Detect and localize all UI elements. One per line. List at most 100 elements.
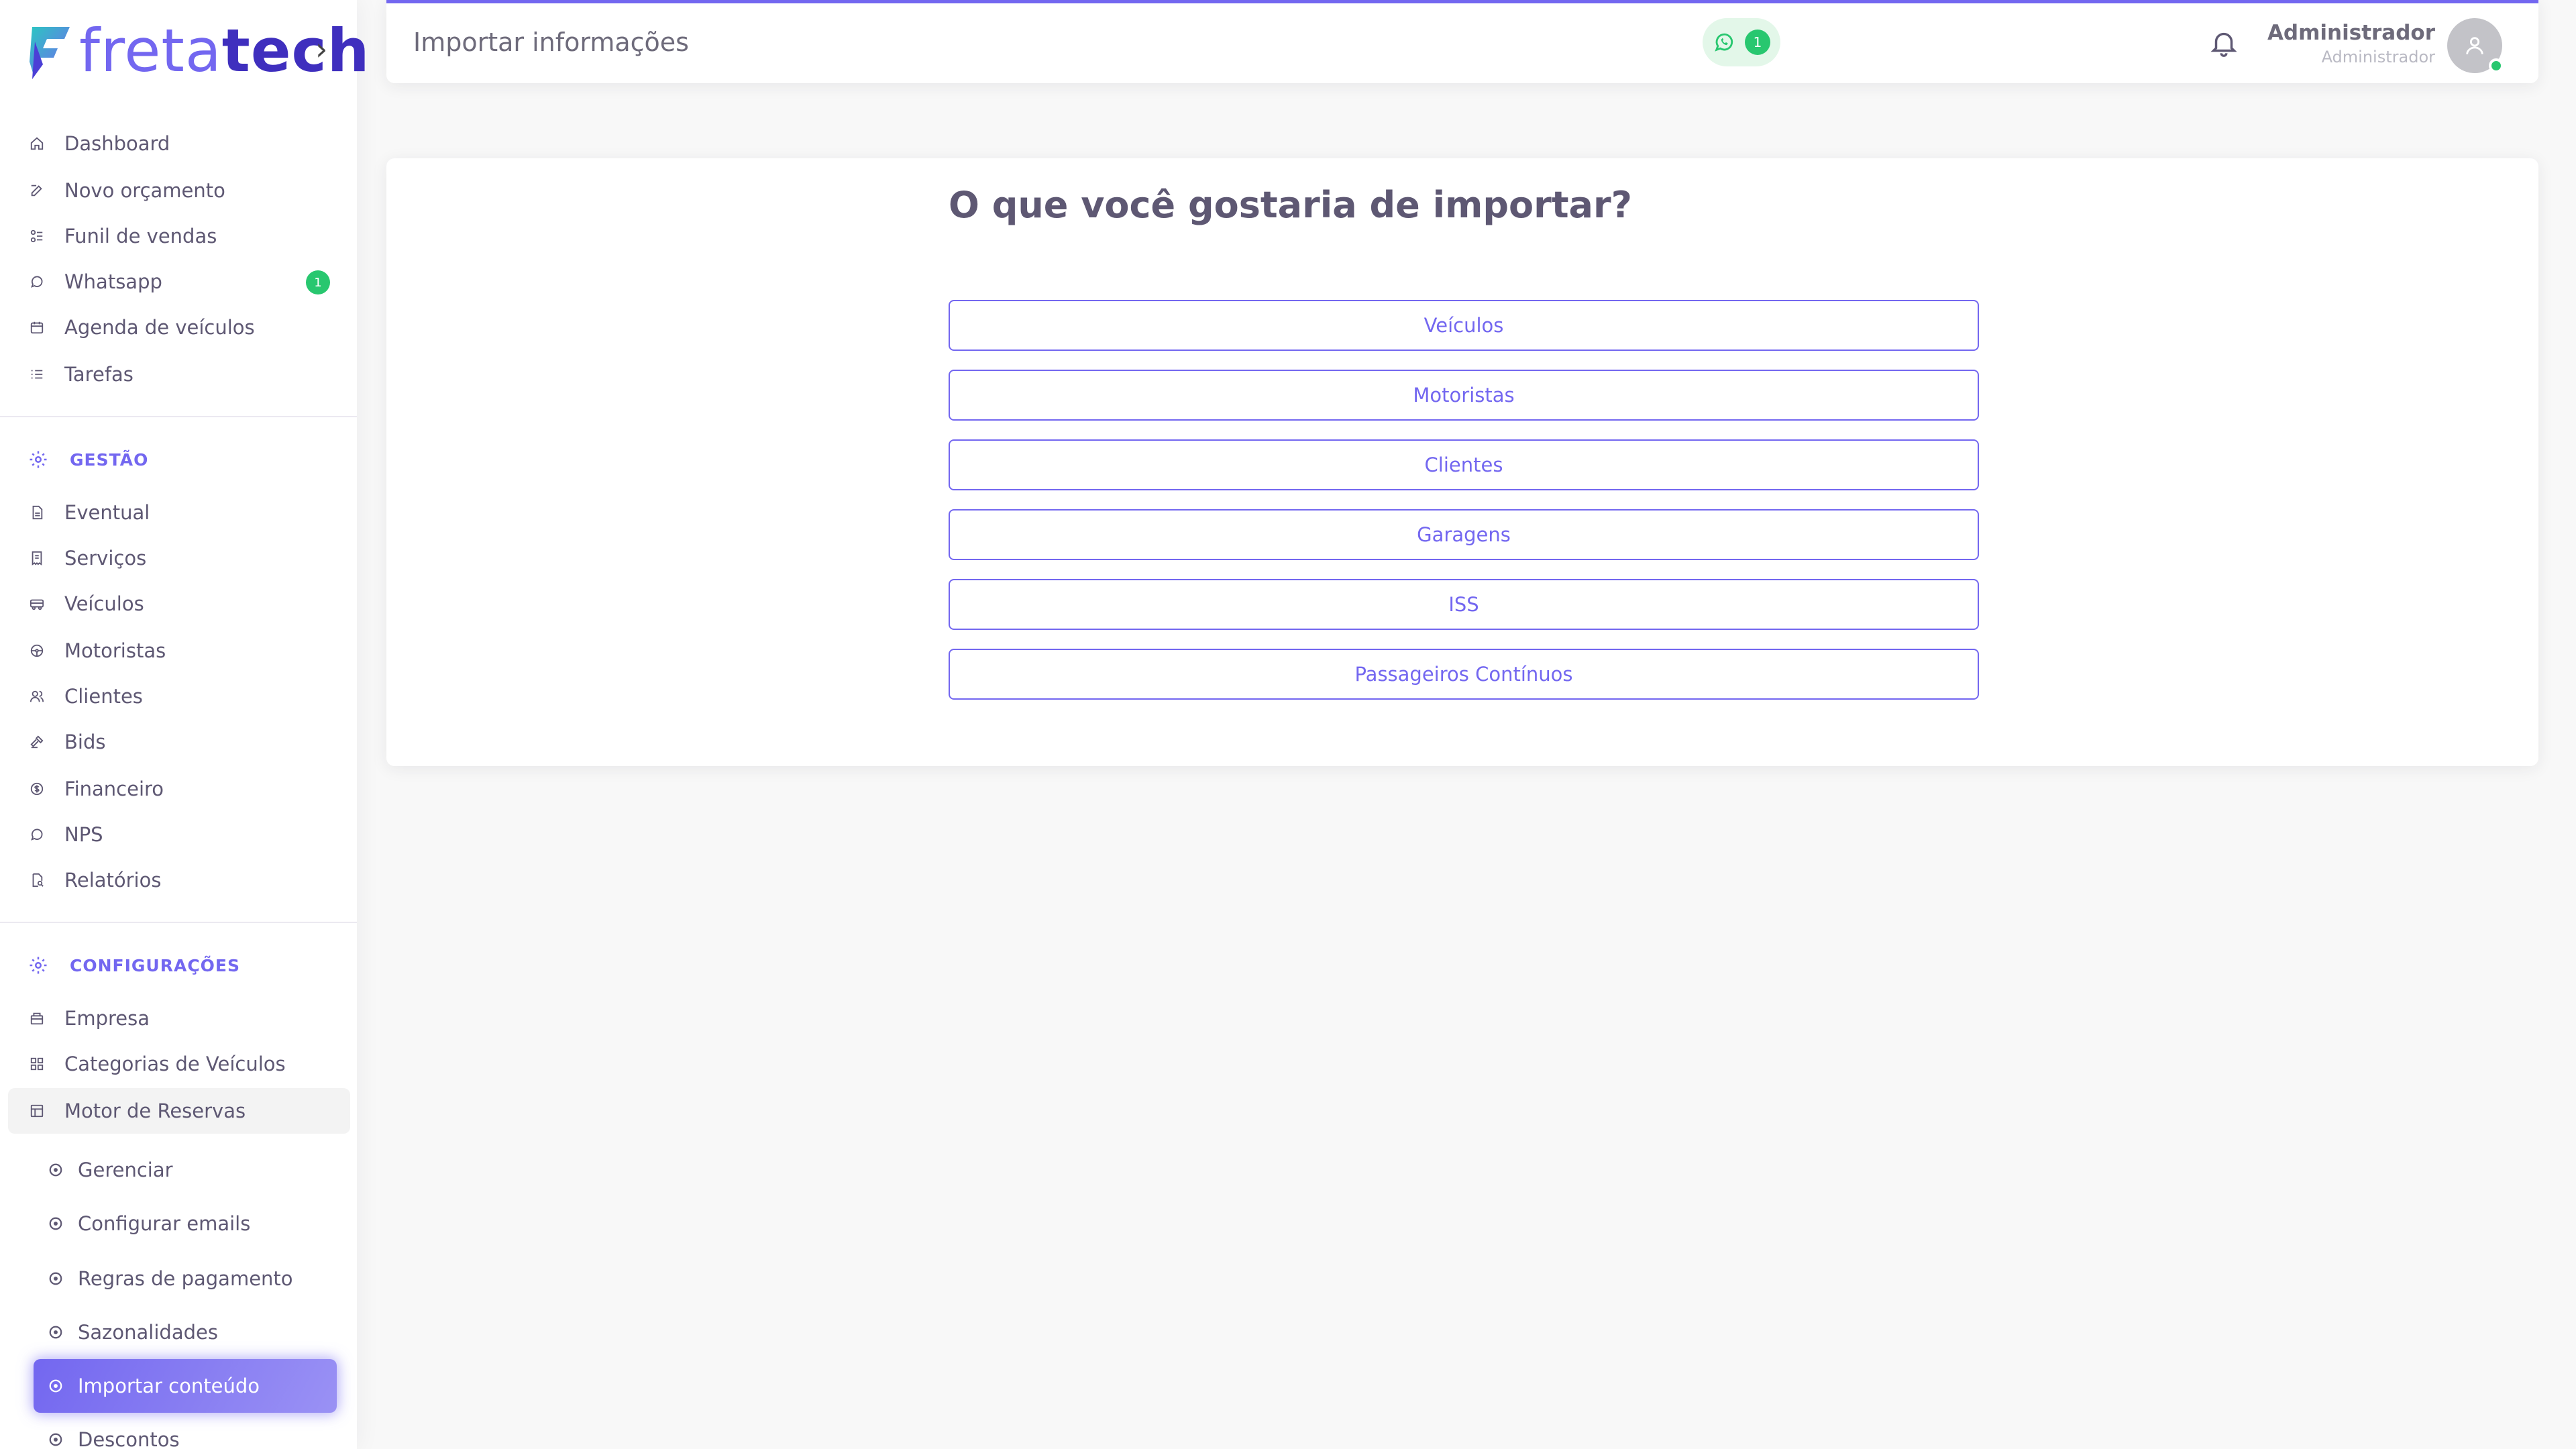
sidebar-item-clientes[interactable]: Clientes <box>8 674 350 719</box>
sidebar-item-relatorios[interactable]: Relatórios <box>8 857 350 903</box>
sidebar-subitem-gerenciar[interactable]: Gerenciar <box>8 1147 350 1193</box>
sidebar-item-label: Categorias de Veículos <box>64 1053 286 1075</box>
sidebar-item-label: Financeiro <box>64 777 164 800</box>
import-veiculos-button[interactable]: Veículos <box>949 300 1979 351</box>
sidebar-item-label: Motoristas <box>64 639 166 662</box>
logo-mark-icon <box>30 27 70 79</box>
collapse-sidebar-chevron-icon[interactable]: › <box>315 34 327 64</box>
import-card: O que você gostaria de importar? Veículo… <box>386 158 2538 766</box>
sidebar-item-label: Veículos <box>64 592 144 615</box>
avatar[interactable] <box>2447 18 2504 73</box>
sidebar-item-motoristas[interactable]: Motoristas <box>8 628 350 674</box>
sidebar-item-motor-de-reservas[interactable]: Motor de Reservas <box>8 1088 350 1134</box>
building-icon <box>28 1010 46 1027</box>
home-icon <box>28 135 46 152</box>
sidebar-item-categorias-de-veiculos[interactable]: Categorias de Veículos <box>8 1041 350 1087</box>
sidebar-item-label: Funil de vendas <box>64 225 217 248</box>
sidebar-item-dashboard[interactable]: Dashboard <box>8 121 350 166</box>
sidebar-item-label: Configurar emails <box>78 1212 251 1235</box>
circle-icon <box>47 1161 64 1179</box>
report-icon <box>28 871 46 889</box>
sidebar-item-label: Bids <box>64 731 106 753</box>
import-garagens-button[interactable]: Garagens <box>949 509 1979 560</box>
import-clientes-button[interactable]: Clientes <box>949 439 1979 490</box>
sidebar-item-bids[interactable]: Bids <box>8 719 350 765</box>
sidebar-item-label: Dashboard <box>64 132 170 155</box>
sidebar-subitem-importar-conteudo[interactable]: Importar conteúdo <box>34 1359 337 1413</box>
sidebar-section-configuracoes: CONFIGURAÇÕES <box>28 949 240 982</box>
receipt-icon <box>28 549 46 567</box>
sidebar-item-label: Novo orçamento <box>64 179 225 202</box>
sidebar-item-label: Whatsapp <box>64 270 162 293</box>
circle-icon <box>47 1431 64 1448</box>
sidebar-subitem-regras-de-pagamento[interactable]: Regras de pagamento <box>8 1256 350 1301</box>
online-status-dot <box>2489 58 2504 73</box>
page-title: Importar informações <box>413 28 689 57</box>
sidebar-item-label: Empresa <box>64 1007 150 1030</box>
sidebar-item-label: Eventual <box>64 501 150 524</box>
sidebar-item-nps[interactable]: NPS <box>8 812 350 857</box>
bell-icon[interactable] <box>2208 28 2239 58</box>
sidebar-item-label: Motor de Reservas <box>64 1099 246 1122</box>
sidebar-item-funil-de-vendas[interactable]: Funil de vendas <box>8 213 350 259</box>
sidebar-item-servicos[interactable]: Serviços <box>8 535 350 581</box>
sidebar-item-label: NPS <box>64 823 103 846</box>
circle-icon <box>47 1324 64 1341</box>
sidebar: fretatech › Dashboard Novo orçamento Fun… <box>0 0 369 1449</box>
list-icon <box>28 366 46 383</box>
sidebar-subitem-descontos[interactable]: Descontos <box>8 1417 350 1449</box>
user-name[interactable]: Administrador <box>2267 21 2435 45</box>
section-title: CONFIGURAÇÕES <box>70 955 241 975</box>
gavel-icon <box>28 733 46 751</box>
funnel-icon <box>28 227 46 245</box>
whatsapp-icon <box>1715 33 1733 52</box>
sidebar-item-financeiro[interactable]: Financeiro <box>8 766 350 812</box>
coin-icon <box>28 780 46 798</box>
sidebar-item-label: Relatórios <box>64 869 162 892</box>
import-question-heading: O que você gostaria de importar? <box>949 184 1632 226</box>
top-navbar: Importar informações 1 Administrador Adm… <box>386 0 2538 83</box>
whatsapp-icon <box>28 273 46 290</box>
sidebar-item-veiculos[interactable]: Veículos <box>8 581 350 627</box>
sidebar-item-eventual[interactable]: Eventual <box>8 490 350 535</box>
sidebar-item-label: Sazonalidades <box>78 1321 218 1344</box>
sidebar-subitem-sazonalidades[interactable]: Sazonalidades <box>8 1309 350 1355</box>
import-iss-button[interactable]: ISS <box>949 579 1979 630</box>
import-motoristas-button[interactable]: Motoristas <box>949 370 1979 421</box>
sidebar-item-label: Descontos <box>78 1428 180 1449</box>
edit-icon <box>28 182 46 199</box>
users-icon <box>28 688 46 705</box>
calendar-icon <box>28 319 46 336</box>
import-passageiros-continuos-button[interactable]: Passageiros Contínuos <box>949 649 1979 700</box>
sidebar-item-agenda-de-veiculos[interactable]: Agenda de veículos <box>8 305 350 350</box>
sidebar-subitem-configurar-emails[interactable]: Configurar emails <box>8 1201 350 1246</box>
sidebar-item-label: Regras de pagamento <box>78 1267 293 1290</box>
settings-icon <box>30 451 47 468</box>
circle-icon <box>47 1270 64 1287</box>
sidebar-item-label: Importar conteúdo <box>78 1375 260 1397</box>
user-role: Administrador <box>2321 48 2435 66</box>
sidebar-divider <box>0 416 357 417</box>
table-icon <box>28 1102 46 1120</box>
circle-icon <box>47 1215 64 1232</box>
whatsapp-notification-button[interactable]: 1 <box>1703 18 1780 66</box>
circle-icon <box>47 1377 64 1395</box>
section-title: GESTÃO <box>70 449 149 470</box>
sidebar-item-empresa[interactable]: Empresa <box>8 996 350 1041</box>
file-icon <box>28 504 46 521</box>
sidebar-item-label: Gerenciar <box>78 1159 173 1181</box>
sidebar-item-novo-orcamento[interactable]: Novo orçamento <box>8 168 350 213</box>
bus-icon <box>28 595 46 612</box>
sidebar-item-tarefas[interactable]: Tarefas <box>8 352 350 397</box>
sidebar-section-gestao: GESTÃO <box>28 443 148 476</box>
user-icon <box>2466 37 2483 54</box>
whatsapp-count-badge: 1 <box>1745 30 1770 55</box>
steering-wheel-icon <box>28 642 46 659</box>
sidebar-item-label: Serviços <box>64 547 147 570</box>
settings-icon <box>30 957 47 974</box>
sidebar-divider <box>0 922 357 923</box>
whatsapp-count-badge: 1 <box>306 270 330 294</box>
brand-name-part2: tech <box>221 16 370 85</box>
sidebar-item-whatsapp[interactable]: Whatsapp 1 <box>8 259 350 305</box>
grid-icon <box>28 1055 46 1073</box>
